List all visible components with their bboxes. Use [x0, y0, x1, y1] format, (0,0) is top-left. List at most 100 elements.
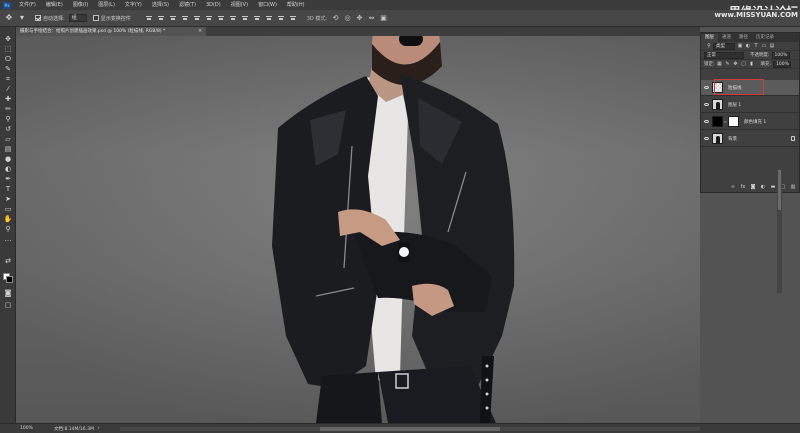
- tool-preset-chevron-icon[interactable]: ▾: [17, 13, 27, 23]
- 3d-roll-icon[interactable]: ◎: [343, 14, 352, 23]
- align-bottom-icon[interactable]: [169, 14, 177, 22]
- clone-stamp-icon[interactable]: ⚲: [3, 115, 13, 124]
- history-brush-icon[interactable]: ↺: [3, 125, 13, 134]
- blend-mode-dropdown[interactable]: 正常: [704, 51, 744, 59]
- show-transform-checkbox[interactable]: [92, 15, 99, 21]
- brush-icon[interactable]: ✏: [3, 105, 13, 114]
- lasso-icon[interactable]: ⵔ: [3, 55, 13, 64]
- menu-3d[interactable]: 3D(D): [201, 0, 226, 10]
- photoshop-logo-icon[interactable]: Ps: [0, 0, 14, 10]
- menu-view[interactable]: 视图(V): [226, 0, 253, 10]
- move-icon[interactable]: ✥: [3, 35, 13, 44]
- panel-scrollbar[interactable]: [777, 168, 782, 293]
- close-icon[interactable]: ×: [198, 27, 202, 36]
- horizontal-scrollbar[interactable]: [120, 427, 700, 431]
- align-top-icon[interactable]: [145, 14, 153, 22]
- status-menu-arrow[interactable]: ›: [98, 426, 100, 431]
- visibility-eye-icon[interactable]: [701, 131, 711, 147]
- distribute-left-icon[interactable]: [253, 14, 261, 22]
- lock-position-icon[interactable]: ✥: [733, 61, 739, 67]
- dodge-icon[interactable]: ◐: [3, 165, 13, 174]
- blur-icon[interactable]: ●: [3, 155, 13, 164]
- scrollbar-thumb[interactable]: [778, 170, 781, 210]
- move-tool-icon[interactable]: ✥: [4, 13, 14, 23]
- more-tools-icon[interactable]: …: [3, 235, 13, 244]
- link-icon[interactable]: ∞: [730, 184, 736, 190]
- path-select-icon[interactable]: ➤: [3, 195, 13, 204]
- lock-artboard-icon[interactable]: ▢: [741, 61, 747, 67]
- hscroll-thumb[interactable]: [320, 427, 500, 431]
- healing-brush-icon[interactable]: ✚: [3, 95, 13, 104]
- menu-file[interactable]: 文件(F): [14, 0, 41, 10]
- mask-icon[interactable]: ◙: [750, 184, 756, 190]
- tab-channels[interactable]: 通道: [718, 34, 735, 42]
- menu-image[interactable]: 图像(I): [68, 0, 93, 10]
- align-left-icon[interactable]: [181, 14, 189, 22]
- zoom-icon[interactable]: ⚲: [3, 225, 13, 234]
- layer-mask-thumbnail[interactable]: [728, 116, 739, 127]
- distribute-top-icon[interactable]: [217, 14, 225, 22]
- crop-icon[interactable]: ⌗: [3, 75, 13, 84]
- type-icon[interactable]: T: [3, 185, 13, 194]
- layer-row[interactable]: 背景: [701, 131, 799, 147]
- menu-edit[interactable]: 编辑(E): [41, 0, 68, 10]
- filter-smart-icon[interactable]: ▤: [769, 43, 775, 49]
- layer-row[interactable]: 图层 1: [701, 97, 799, 113]
- link-chain-icon[interactable]: ∞: [723, 119, 727, 124]
- opacity-input[interactable]: 100%: [771, 51, 790, 59]
- adjustment-icon[interactable]: ◐: [760, 184, 766, 190]
- tab-paths[interactable]: 路径: [735, 34, 752, 42]
- layer-row[interactable]: 粒描线: [701, 79, 799, 96]
- fx-icon[interactable]: fx: [740, 184, 746, 190]
- swap-colors-icon[interactable]: ⇄: [3, 257, 13, 266]
- align-vcenter-icon[interactable]: [157, 14, 165, 22]
- zoom-level[interactable]: 100%: [20, 426, 40, 431]
- filter-adjust-icon[interactable]: ◐: [745, 43, 751, 49]
- lock-pixels-icon[interactable]: ▦: [717, 61, 723, 67]
- menu-layer[interactable]: 图层(L): [93, 0, 120, 10]
- lock-paint-icon[interactable]: ✎: [725, 61, 731, 67]
- background-color-swatch[interactable]: [6, 276, 13, 283]
- tab-layers[interactable]: 图层: [701, 34, 718, 42]
- screen-mode-icon[interactable]: ▢: [3, 301, 13, 310]
- layer-row[interactable]: ∞ 颜色填充 1: [701, 114, 799, 130]
- menu-type[interactable]: 文字(Y): [120, 0, 147, 10]
- align-right-icon[interactable]: [205, 14, 213, 22]
- menu-select[interactable]: 选择(S): [147, 0, 174, 10]
- filter-pixel-icon[interactable]: ▣: [737, 43, 743, 49]
- visibility-eye-icon[interactable]: [701, 80, 711, 96]
- align-hcenter-icon[interactable]: [193, 14, 201, 22]
- visibility-eye-icon[interactable]: [701, 114, 711, 130]
- auto-align-icon[interactable]: [289, 14, 297, 22]
- eraser-icon[interactable]: ▱: [3, 135, 13, 144]
- tab-history[interactable]: 历史记录: [752, 34, 778, 42]
- folder-icon[interactable]: ▬: [770, 184, 776, 190]
- lock-all-icon[interactable]: ▮: [749, 61, 755, 67]
- 3d-rotate-icon[interactable]: ⟲: [331, 14, 340, 23]
- 3d-slide-icon[interactable]: ⇔: [367, 14, 376, 23]
- quick-mask-icon[interactable]: ◙: [3, 289, 13, 298]
- distribute-vcenter-icon[interactable]: [229, 14, 237, 22]
- menu-window[interactable]: 窗口(W): [253, 0, 282, 10]
- distribute-bottom-icon[interactable]: [241, 14, 249, 22]
- eyedropper-icon[interactable]: ⁄: [3, 85, 13, 94]
- gradient-icon[interactable]: ▤: [3, 145, 13, 154]
- menu-help[interactable]: 帮助(H): [282, 0, 310, 10]
- document-canvas[interactable]: [16, 36, 700, 423]
- hand-icon[interactable]: ✋: [3, 215, 13, 224]
- 3d-scale-icon[interactable]: ▣: [379, 14, 388, 23]
- shape-icon[interactable]: ▭: [3, 205, 13, 214]
- distribute-hcenter-icon[interactable]: [265, 14, 273, 22]
- visibility-eye-icon[interactable]: [701, 97, 711, 113]
- filter-shape-icon[interactable]: ▭: [761, 43, 767, 49]
- menu-filter[interactable]: 滤镜(T): [174, 0, 201, 10]
- fill-input[interactable]: 100%: [773, 60, 792, 68]
- 3d-pan-icon[interactable]: ✥: [355, 14, 364, 23]
- distribute-right-icon[interactable]: [277, 14, 285, 22]
- filter-type-icon[interactable]: T: [753, 43, 759, 49]
- auto-select-dropdown[interactable]: 组: [68, 14, 87, 22]
- auto-select-checkbox[interactable]: [35, 15, 41, 21]
- document-tab[interactable]: 摄影与手绘结合：给照片创建插画效果.psd @ 100% (粒描线, RGB/8…: [16, 27, 206, 36]
- pen-icon[interactable]: ✒: [3, 175, 13, 184]
- marquee-icon[interactable]: ⬚: [3, 45, 13, 54]
